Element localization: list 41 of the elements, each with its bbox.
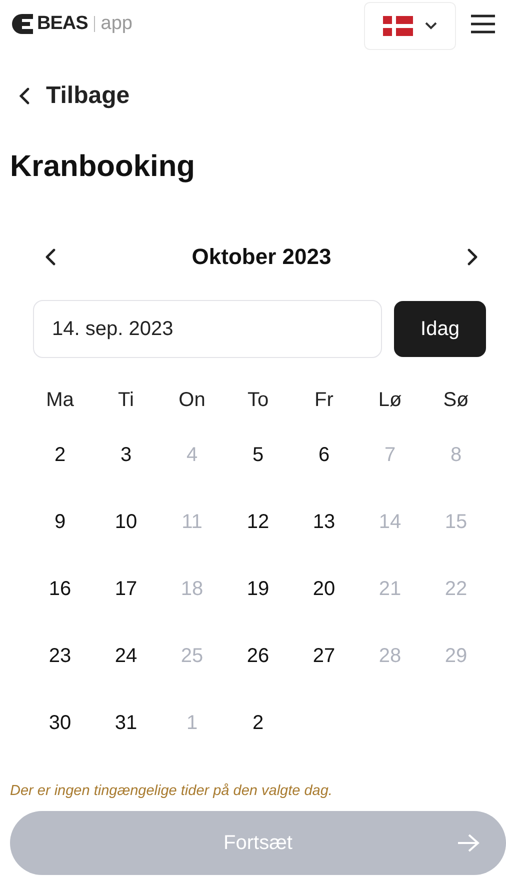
weekday-label: Lø	[377, 388, 403, 413]
date-field[interactable]: 14. sep. 2023	[33, 300, 382, 358]
weekday-label: Sø	[442, 388, 470, 413]
weekday-label: Ti	[117, 388, 135, 413]
weekday-label: On	[178, 388, 206, 413]
logo-text: BEAS	[37, 13, 88, 35]
calendar-day[interactable]: 17	[93, 556, 159, 623]
calendar-day[interactable]: 20	[291, 556, 357, 623]
calendar-day[interactable]: 3	[93, 422, 159, 489]
calendar-day[interactable]: 6	[291, 422, 357, 489]
calendar-day[interactable]: 2	[27, 422, 93, 489]
weekday-label: Fr	[314, 388, 334, 413]
arrow-icon	[456, 833, 480, 853]
logo-suffix: app	[100, 13, 132, 35]
calendar-day[interactable]: 24	[93, 623, 159, 690]
back-icon	[18, 87, 30, 105]
month-title: Oktober 2023	[192, 244, 332, 270]
calendar-day[interactable]: 10	[93, 489, 159, 556]
calendar-day[interactable]: 5	[225, 422, 291, 489]
page-title: Kranbooking	[10, 150, 196, 184]
calendar-day[interactable]: 31	[93, 690, 159, 757]
no-times-message: Der er ingen tingængelige tider på den valgte dag.	[10, 783, 334, 799]
flag-icon	[383, 16, 413, 36]
calendar-day[interactable]: 2	[225, 690, 291, 757]
language-selector[interactable]	[364, 2, 456, 50]
today-button[interactable]: Idag	[394, 301, 486, 357]
logo-icon	[10, 13, 34, 35]
weekday-label: To	[246, 388, 270, 413]
calendar-day[interactable]: 23	[27, 623, 93, 690]
calendar-day[interactable]: 9	[27, 489, 93, 556]
calendar-day[interactable]: 19	[225, 556, 291, 623]
back-link[interactable]: Tilbage	[18, 82, 130, 110]
calendar-day[interactable]: 30	[27, 690, 93, 757]
calendar-day[interactable]: 12	[225, 489, 291, 556]
calendar-day[interactable]: 26	[225, 623, 291, 690]
calendar-day[interactable]: 16	[27, 556, 93, 623]
calendar-day[interactable]: 13	[291, 489, 357, 556]
caret-icon	[425, 22, 437, 30]
weekday-label: Ma	[45, 388, 75, 413]
menu-icon[interactable]	[470, 14, 496, 34]
calendar-day[interactable]: 27	[291, 623, 357, 690]
